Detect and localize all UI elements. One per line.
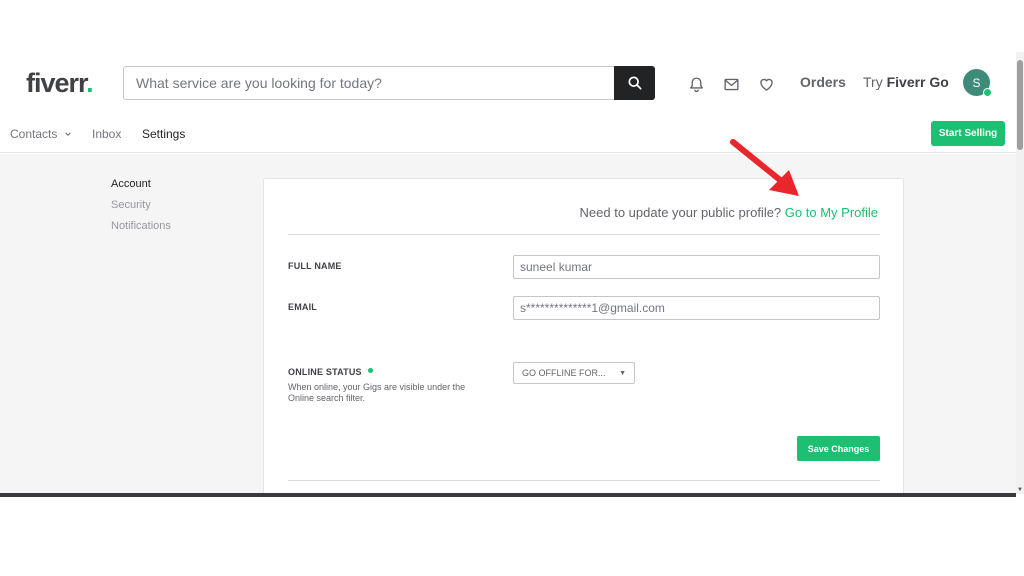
search-input[interactable] xyxy=(124,67,614,99)
search-icon xyxy=(627,76,642,90)
tab-contacts-label: Contacts xyxy=(10,127,58,141)
go-to-profile-link[interactable]: Go to My Profile xyxy=(785,205,878,220)
email-label: EMAIL xyxy=(288,302,317,312)
sidebar-item-security[interactable]: Security xyxy=(111,199,151,211)
messages-button[interactable] xyxy=(721,74,741,94)
online-status-select[interactable]: GO OFFLINE FOR... ▼ xyxy=(513,362,635,384)
account-settings-card: Need to update your public profile? Go t… xyxy=(263,178,904,494)
bottom-edge-bar xyxy=(0,493,1016,497)
avatar-initial: S xyxy=(972,75,981,90)
heart-icon xyxy=(759,78,773,91)
search-button[interactable] xyxy=(614,66,655,100)
sub-navigation: Contacts Inbox Settings Start Selling xyxy=(0,115,1016,153)
top-header: fiverr. What service are you looking for… xyxy=(0,52,1016,115)
tab-settings[interactable]: Settings xyxy=(142,127,185,141)
scrollbar-thumb[interactable] xyxy=(1017,60,1023,150)
tab-contacts[interactable]: Contacts xyxy=(10,127,72,141)
mail-icon xyxy=(723,78,739,90)
try-fiverr-go-link[interactable]: Try Fiverr Go xyxy=(863,74,949,90)
full-name-field[interactable] xyxy=(513,255,880,279)
full-name-label: FULL NAME xyxy=(288,261,342,271)
save-changes-button[interactable]: Save Changes xyxy=(797,436,880,461)
online-status-select-value: GO OFFLINE FOR... xyxy=(522,368,606,378)
tab-inbox[interactable]: Inbox xyxy=(92,127,121,141)
sidebar-item-notifications[interactable]: Notifications xyxy=(111,220,171,232)
favorites-button[interactable] xyxy=(756,74,776,94)
notifications-button[interactable] xyxy=(686,74,706,94)
logo-text: fiverr xyxy=(26,68,87,98)
online-status-dot xyxy=(367,368,373,374)
profile-note: Need to update your public profile? Go t… xyxy=(580,205,878,220)
screenshot-frame: fiverr. What service are you looking for… xyxy=(0,0,1024,576)
online-status-label-text: ONLINE STATUS xyxy=(288,367,362,377)
orders-link[interactable]: Orders xyxy=(800,74,846,90)
online-status-help: When online, your Gigs are visible under… xyxy=(288,382,466,403)
divider xyxy=(288,480,880,481)
try-prefix: Try xyxy=(863,74,883,90)
online-indicator xyxy=(983,88,992,97)
logo-dot: . xyxy=(86,68,93,98)
try-brand: Fiverr Go xyxy=(886,74,949,90)
sidebar-item-account[interactable]: Account xyxy=(111,178,151,190)
settings-body: Account Security Notifications Need to u… xyxy=(0,154,1016,494)
fiverr-logo[interactable]: fiverr. xyxy=(26,68,94,99)
scroll-down-arrow-icon[interactable]: ▼ xyxy=(1016,486,1024,494)
profile-note-text: Need to update your public profile? xyxy=(579,205,782,220)
email-field[interactable] xyxy=(513,296,880,320)
avatar[interactable]: S xyxy=(963,69,992,97)
search-bar xyxy=(123,66,655,100)
caret-down-icon: ▼ xyxy=(619,370,626,377)
divider xyxy=(288,234,880,235)
fiverr-app-window: fiverr. What service are you looking for… xyxy=(0,52,1016,494)
start-selling-button[interactable]: Start Selling xyxy=(931,121,1005,146)
bell-icon xyxy=(689,76,703,92)
online-status-label: ONLINE STATUS xyxy=(288,367,373,377)
vertical-scrollbar[interactable]: ▼ xyxy=(1016,52,1024,494)
chevron-down-icon xyxy=(64,132,71,136)
red-arrow-annotation xyxy=(730,139,799,196)
